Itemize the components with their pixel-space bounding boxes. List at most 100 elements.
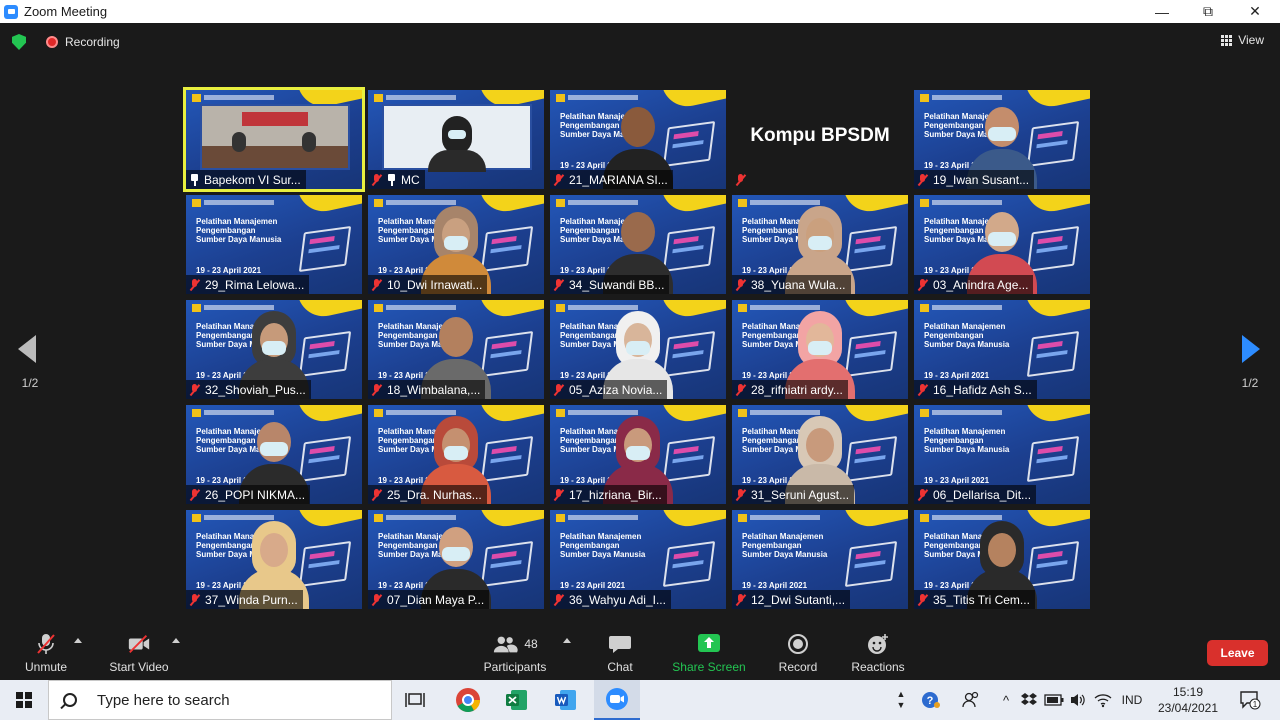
search-input[interactable] (97, 691, 357, 709)
ministry-logo-icon (192, 199, 201, 207)
participant-tile[interactable]: Pelatihan Manajemen Pengembangan Sumber … (368, 300, 544, 399)
start-video-button[interactable]: Start Video (104, 628, 174, 680)
participant-tile[interactable]: Pelatihan Manajemen Pengembangan Sumber … (550, 405, 726, 504)
notification-count: 1 (1253, 700, 1258, 709)
video-options-caret[interactable] (172, 638, 180, 643)
view-button[interactable]: View (1221, 33, 1264, 47)
participant-tile[interactable]: Pelatihan Manajemen Pengembangan Sumber … (186, 195, 362, 294)
participant-name: 38_Yuana Wula... (751, 277, 846, 292)
view-label: View (1238, 33, 1264, 47)
volume-tray-button[interactable] (1067, 680, 1089, 720)
participant-name: 31_Seruni Agust... (751, 487, 850, 502)
participants-button[interactable]: 48 Participants (480, 628, 550, 680)
ministry-logo-icon (920, 514, 929, 522)
participant-name: 21_MARIANA SI... (569, 172, 668, 187)
participants-options-caret[interactable] (563, 638, 571, 643)
participant-tile[interactable]: Pelatihan Manajemen Pengembangan Sumber … (732, 300, 908, 399)
mic-muted-icon (736, 488, 745, 501)
participant-tile[interactable]: Kompu BPSDM (732, 90, 908, 189)
participant-tile[interactable]: Pelatihan Manajemen Pengembangan Sumber … (368, 195, 544, 294)
slide-date: 19 - 23 April 2021 (924, 476, 990, 485)
participant-tile[interactable]: Bapekom VI Sur... (183, 87, 365, 192)
tray-scroll[interactable]: ▲ ▼ (894, 680, 908, 720)
participant-tile[interactable]: Pelatihan Manajemen Pengembangan Sumber … (732, 195, 908, 294)
word-taskbar-button[interactable] (543, 680, 589, 720)
leave-button[interactable]: Leave (1207, 640, 1268, 666)
clock-date: 23/04/2021 (1157, 701, 1219, 715)
participant-tile[interactable]: Pelatihan Manajemen Pengembangan Sumber … (550, 510, 726, 609)
chrome-taskbar-button[interactable] (445, 680, 491, 720)
laptop-illustration (1026, 435, 1080, 483)
taskbar-search[interactable] (48, 680, 392, 720)
participant-tile[interactable]: Pelatihan Manajemen Pengembangan Sumber … (914, 510, 1090, 609)
excel-taskbar-button[interactable] (494, 680, 540, 720)
chat-button[interactable]: Chat (600, 628, 640, 680)
participant-face (439, 317, 473, 357)
reactions-button[interactable]: Reactions (848, 628, 908, 680)
participant-nameplate: 06_Dellarisa_Dit... (914, 485, 1037, 504)
ministry-logo-icon (192, 94, 201, 102)
participant-face (621, 212, 655, 252)
help-tray-button[interactable]: ? (918, 680, 944, 720)
participant-tile[interactable]: Pelatihan Manajemen Pengembangan Sumber … (732, 405, 908, 504)
zoom-taskbar-button[interactable] (594, 680, 640, 720)
next-page-button[interactable] (1242, 335, 1262, 365)
participant-tile[interactable]: Pelatihan Manajemen Pengembangan Sumber … (914, 300, 1090, 399)
participant-tile[interactable]: Pelatihan Manajemen Pengembangan Sumber … (550, 90, 726, 189)
participant-tile[interactable]: Pelatihan Manajemen Pengembangan Sumber … (550, 300, 726, 399)
input-language-button[interactable]: IND (1116, 680, 1148, 720)
minimize-button[interactable]: — (1139, 0, 1185, 23)
wifi-tray-button[interactable] (1092, 680, 1114, 720)
share-screen-button[interactable]: Share Screen (670, 628, 748, 680)
participant-name: MC (401, 172, 420, 187)
participant-face (621, 107, 655, 147)
wifi-icon (1094, 694, 1112, 708)
meeting-stage: Recording View 1/2 1/2 Bapekom VI Sur...… (0, 23, 1280, 628)
previous-page-button[interactable] (18, 335, 38, 365)
arrow-right-icon (1242, 335, 1260, 363)
participant-tile[interactable]: Pelatihan Manajemen Pengembangan Sumber … (732, 510, 908, 609)
unmute-button[interactable]: Unmute (18, 628, 74, 680)
task-view-button[interactable] (393, 680, 439, 720)
people-tray-button[interactable] (958, 680, 984, 720)
participant-tile[interactable]: Pelatihan Manajemen Pengembangan Sumber … (914, 90, 1090, 189)
meeting-toolbar: Unmute Start Video 48 Participants Chat (0, 628, 1280, 680)
taskbar-clock[interactable]: 15:19 23/04/2021 (1150, 680, 1226, 720)
participant-name: 35_Titis Tri Cem... (933, 592, 1030, 607)
participant-tile[interactable]: Pelatihan Manajemen Pengembangan Sumber … (550, 195, 726, 294)
search-icon (63, 693, 77, 707)
record-button[interactable]: Record (775, 628, 821, 680)
security-shield-icon[interactable] (12, 34, 26, 50)
participant-tile[interactable]: Pelatihan Manajemen Pengembangan Sumber … (914, 195, 1090, 294)
participant-tile[interactable]: Pelatihan Manajemen Pengembangan Sumber … (914, 405, 1090, 504)
mic-muted-icon (372, 173, 381, 186)
close-button[interactable]: ✕ (1232, 0, 1278, 23)
battery-tray-button[interactable] (1043, 680, 1065, 720)
participant-tile[interactable]: Pelatihan Manajemen Pengembangan Sumber … (186, 405, 362, 504)
participants-count: 48 (524, 637, 538, 651)
participant-name: 32_Shoviah_Pus... (205, 382, 306, 397)
ministry-logo-icon (192, 409, 201, 417)
mic-muted-icon (554, 173, 563, 186)
participant-name: 06_Dellarisa_Dit... (933, 487, 1032, 502)
participant-tile[interactable]: MC (368, 90, 544, 189)
participant-name: 05_Aziza Novia... (569, 382, 663, 397)
unmute-label: Unmute (24, 660, 68, 674)
participant-tile[interactable]: Pelatihan Manajemen Pengembangan Sumber … (368, 405, 544, 504)
start-button[interactable] (0, 680, 48, 720)
participant-tile[interactable]: Pelatihan Manajemen Pengembangan Sumber … (186, 510, 362, 609)
mic-muted-icon (918, 383, 927, 396)
face-mask (988, 232, 1016, 246)
mic-muted-icon (554, 593, 563, 606)
ministry-logo-icon (556, 94, 565, 102)
ministry-logo-icon (374, 409, 383, 417)
action-center-button[interactable]: 1 (1232, 680, 1268, 720)
video-camera-off-icon (128, 635, 150, 653)
participant-tile[interactable]: Pelatihan Manajemen Pengembangan Sumber … (186, 300, 362, 399)
audio-options-caret[interactable] (74, 638, 82, 643)
maximize-button[interactable]: ⧉ (1185, 0, 1231, 23)
show-hidden-icons-button[interactable]: ^ (996, 680, 1016, 720)
participant-tile[interactable]: Pelatihan Manajemen Pengembangan Sumber … (368, 510, 544, 609)
participant-face (806, 428, 834, 462)
dropbox-tray-button[interactable] (1018, 680, 1040, 720)
